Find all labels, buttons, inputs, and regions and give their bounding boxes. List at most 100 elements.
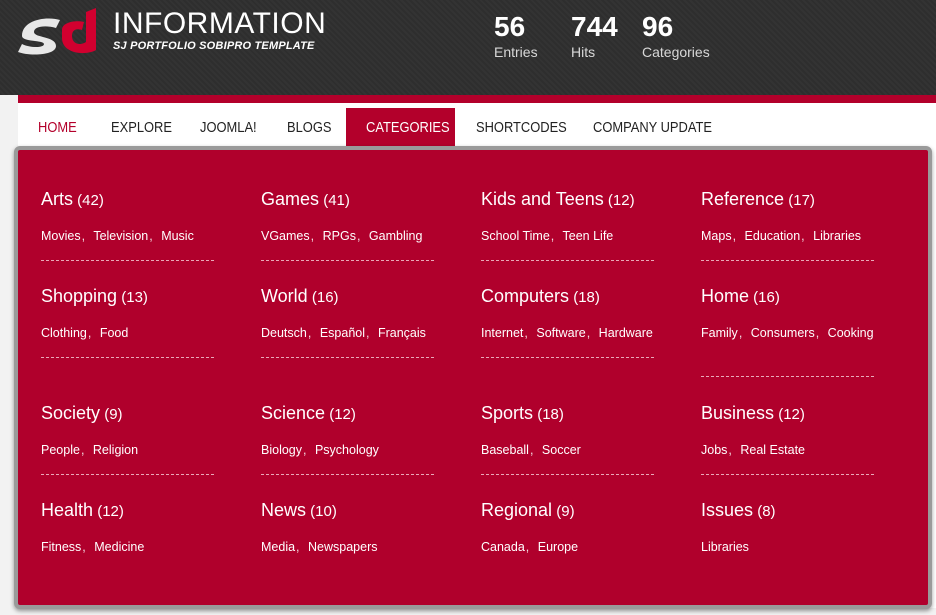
subcategory-link-rpgs[interactable]: RPGs bbox=[323, 229, 356, 243]
category-name[interactable]: News bbox=[261, 500, 306, 520]
subcategory-links: Libraries bbox=[701, 537, 876, 557]
subcategory-link-school-time[interactable]: School Time bbox=[481, 229, 550, 243]
subcategory-link-europe[interactable]: Europe bbox=[538, 540, 578, 554]
category-name[interactable]: Kids and Teens bbox=[481, 189, 604, 209]
link-separator: , bbox=[525, 540, 530, 554]
subcategory-link-soccer[interactable]: Soccer bbox=[542, 443, 581, 457]
subcategory-link-biology[interactable]: Biology bbox=[261, 443, 302, 457]
category-divider bbox=[261, 260, 434, 261]
link-separator: , bbox=[801, 229, 805, 243]
subcategory-link-psychology[interactable]: Psychology bbox=[315, 443, 379, 457]
category-title[interactable]: World (16) bbox=[261, 285, 436, 309]
subcategory-link-television[interactable]: Television bbox=[93, 229, 148, 243]
category-science: Science (12) Biology, Psychology bbox=[261, 402, 436, 460]
category-society: Society (9) People, Religion bbox=[41, 402, 216, 460]
subcategory-link-family[interactable]: Family bbox=[701, 326, 738, 340]
category-divider bbox=[41, 357, 214, 358]
subcategory-link-religion[interactable]: Religion bbox=[93, 443, 138, 457]
category-title[interactable]: Sports (18) bbox=[481, 402, 656, 426]
subcategory-link-people[interactable]: People bbox=[41, 443, 80, 457]
category-name[interactable]: Computers bbox=[481, 286, 569, 306]
subcategory-link-deutsch[interactable]: Deutsch bbox=[261, 326, 307, 340]
nav-categories[interactable]: CATEGORIES bbox=[366, 108, 450, 148]
category-title[interactable]: News (10) bbox=[261, 499, 436, 523]
category-name[interactable]: World bbox=[261, 286, 308, 306]
category-name[interactable]: Business bbox=[701, 403, 774, 423]
category-title[interactable]: Arts (42) bbox=[41, 188, 216, 212]
category-name[interactable]: Health bbox=[41, 500, 93, 520]
category-title[interactable]: Computers (18) bbox=[481, 285, 656, 309]
subcategory-link-medicine[interactable]: Medicine bbox=[94, 540, 144, 554]
category-title[interactable]: Society (9) bbox=[41, 402, 216, 426]
category-title[interactable]: Games (41) bbox=[261, 188, 436, 212]
subcategory-links: Fitness, Medicine bbox=[41, 537, 216, 557]
category-name[interactable]: Society bbox=[41, 403, 100, 423]
category-count: (12) bbox=[325, 406, 356, 423]
nav-joomla[interactable]: JOOMLA! bbox=[200, 108, 257, 148]
category-name[interactable]: Games bbox=[261, 189, 319, 209]
category-title[interactable]: Home (16) bbox=[701, 285, 876, 309]
subcategory-link-libraries[interactable]: Libraries bbox=[813, 229, 861, 243]
subcategory-link-music[interactable]: Music bbox=[161, 229, 194, 243]
category-arts: Arts (42) Movies, Television, Music bbox=[41, 188, 216, 246]
subcategory-link-food[interactable]: Food bbox=[100, 326, 129, 340]
subcategory-link-espa-ol[interactable]: Español bbox=[320, 326, 365, 340]
nav-accent-line bbox=[18, 95, 936, 103]
subcategory-link-movies[interactable]: Movies bbox=[41, 229, 81, 243]
nav-shortcodes[interactable]: SHORTCODES bbox=[476, 108, 567, 148]
subcategory-link-jobs[interactable]: Jobs bbox=[701, 443, 727, 457]
subcategory-link-baseball[interactable]: Baseball bbox=[481, 443, 529, 457]
link-separator: , bbox=[728, 443, 732, 457]
link-separator: , bbox=[149, 229, 153, 243]
subcategory-link-canada[interactable]: Canada bbox=[481, 540, 525, 554]
subcategory-link-software[interactable]: Software bbox=[536, 326, 585, 340]
category-title[interactable]: Regional (9) bbox=[481, 499, 656, 523]
category-title[interactable]: Issues (8) bbox=[701, 499, 876, 523]
subcategory-link-teen-life[interactable]: Teen Life bbox=[563, 229, 614, 243]
category-home: Home (16) Family, Consumers, Cooking bbox=[701, 285, 876, 343]
nav-explore[interactable]: EXPLORE bbox=[111, 108, 172, 148]
site-logo[interactable] bbox=[16, 8, 108, 56]
subcategory-link-newspapers[interactable]: Newspapers bbox=[308, 540, 377, 554]
link-separator: , bbox=[732, 229, 737, 243]
category-name[interactable]: Shopping bbox=[41, 286, 117, 306]
category-divider bbox=[701, 376, 874, 377]
category-title[interactable]: Science (12) bbox=[261, 402, 436, 426]
category-count: (10) bbox=[306, 503, 337, 520]
subcategory-link-internet[interactable]: Internet bbox=[481, 326, 523, 340]
category-name[interactable]: Sports bbox=[481, 403, 533, 423]
subcategory-link-vgames[interactable]: VGames bbox=[261, 229, 310, 243]
category-name[interactable]: Arts bbox=[41, 189, 73, 209]
subcategory-link-fitness[interactable]: Fitness bbox=[41, 540, 81, 554]
subcategory-link-clothing[interactable]: Clothing bbox=[41, 326, 87, 340]
subcategory-link-libraries[interactable]: Libraries bbox=[701, 540, 749, 554]
stat-hits: 744 Hits bbox=[571, 12, 618, 61]
subcategory-link-gambling[interactable]: Gambling bbox=[369, 229, 423, 243]
subcategory-link-media[interactable]: Media bbox=[261, 540, 295, 554]
category-title[interactable]: Kids and Teens (12) bbox=[481, 188, 656, 212]
main-nav: HOME EXPLORE JOOMLA! BLOGS CATEGORIES SH… bbox=[18, 103, 936, 153]
subcategory-link-cooking[interactable]: Cooking bbox=[828, 326, 874, 340]
nav-home[interactable]: HOME bbox=[38, 108, 77, 148]
category-name[interactable]: Reference bbox=[701, 189, 784, 209]
category-name[interactable]: Home bbox=[701, 286, 749, 306]
category-title[interactable]: Reference (17) bbox=[701, 188, 876, 212]
category-name[interactable]: Issues bbox=[701, 500, 753, 520]
category-title[interactable]: Health (12) bbox=[41, 499, 216, 523]
category-name[interactable]: Science bbox=[261, 403, 325, 423]
subcategory-link-maps[interactable]: Maps bbox=[701, 229, 732, 243]
subcategory-link-education[interactable]: Education bbox=[745, 229, 801, 243]
category-title[interactable]: Business (12) bbox=[701, 402, 876, 426]
category-name[interactable]: Regional bbox=[481, 500, 552, 520]
subcategory-link-hardware[interactable]: Hardware bbox=[599, 326, 653, 340]
subcategory-link-real-estate[interactable]: Real Estate bbox=[740, 443, 805, 457]
nav-company-update[interactable]: COMPANY UPDATE bbox=[593, 108, 712, 148]
category-issues: Issues (8) Libraries bbox=[701, 499, 876, 557]
category-count: (18) bbox=[533, 406, 564, 423]
link-separator: , bbox=[303, 443, 307, 457]
subcategory-link-fran-ais[interactable]: Français bbox=[378, 326, 426, 340]
nav-blogs[interactable]: BLOGS bbox=[287, 108, 331, 148]
category-title[interactable]: Shopping (13) bbox=[41, 285, 216, 309]
link-separator: , bbox=[586, 326, 591, 340]
subcategory-link-consumers[interactable]: Consumers bbox=[751, 326, 815, 340]
